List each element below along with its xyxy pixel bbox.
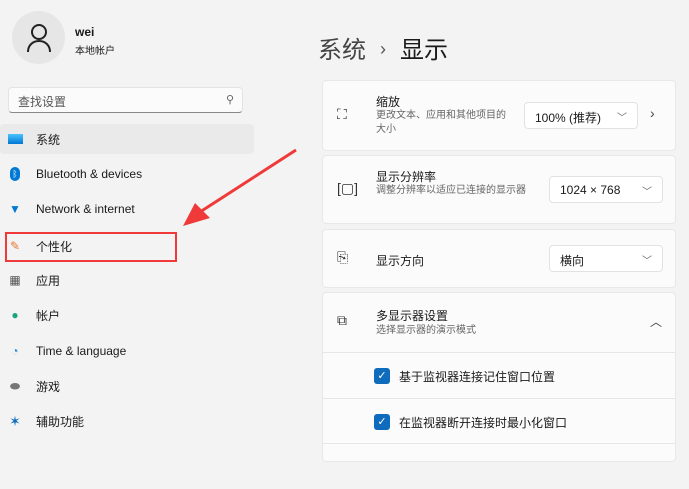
checkbox-label: 在监视器断开连接时最小化窗口 <box>399 416 568 430</box>
chevron-down-icon: ﹀ <box>642 256 652 267</box>
resolution-icon: [▢] <box>337 180 359 196</box>
chevron-down-icon: ﹀ <box>617 113 627 124</box>
dropdown-value: 100% (推荐) <box>535 111 602 125</box>
resolution-dropdown[interactable]: 1024 × 768 ﹀ <box>549 176 663 203</box>
breadcrumb-parent[interactable]: 系统 <box>318 37 366 64</box>
chevron-up-icon[interactable]: ︿ <box>650 313 662 330</box>
setting-label: 缩放 <box>376 95 401 109</box>
setting-label: 显示分辨率 <box>376 170 437 184</box>
scale-dropdown[interactable]: 100% (推荐) ﹀ <box>524 102 638 129</box>
scale-setting[interactable]: ⛶ 缩放 更改文本、应用和其他项目的大小 100% (推荐) ﹀ › <box>322 80 676 151</box>
orientation-setting[interactable]: ⎘ 显示方向 横向 ﹀ <box>322 229 676 288</box>
setting-label: 多显示器设置 <box>376 309 449 323</box>
setting-label: 显示方向 <box>376 254 425 268</box>
resolution-setting[interactable]: [▢] 显示分辨率 调整分辨率以适应已连接的显示器 1024 × 768 ﹀ <box>322 155 676 224</box>
minimize-window-checkbox[interactable]: ✓ <box>374 414 390 430</box>
chevron-right-icon[interactable]: › <box>650 105 655 121</box>
chevron-down-icon: ﹀ <box>642 187 652 198</box>
option-row: ✓ 基于监视器连接记住窗口位置 <box>323 352 675 398</box>
multi-display-section: ⧉ 多显示器设置 选择显示器的演示模式 ︿ ✓ 基于监视器连接记住窗口位置 ✓ … <box>322 292 676 462</box>
setting-description: 更改文本、应用和其他项目的大小 <box>376 110 506 135</box>
option-row: ✓ 在监视器断开连接时最小化窗口 <box>323 398 675 444</box>
page-title: 显示 <box>400 37 448 64</box>
breadcrumb-separator: › <box>380 39 386 59</box>
breadcrumb: 系统 › 显示 <box>318 30 448 65</box>
remember-window-checkbox[interactable]: ✓ <box>374 368 390 384</box>
option-row <box>323 443 675 489</box>
dropdown-value: 1024 × 768 <box>560 183 621 197</box>
multi-display-header[interactable]: ⧉ 多显示器设置 选择显示器的演示模式 ︿ <box>323 293 675 352</box>
orientation-icon: ⎘ <box>337 249 349 265</box>
dropdown-value: 横向 <box>560 254 585 268</box>
orientation-dropdown[interactable]: 横向 ﹀ <box>549 245 663 272</box>
setting-description: 调整分辨率以适应已连接的显示器 <box>376 185 526 196</box>
multi-monitor-icon: ⧉ <box>337 312 347 328</box>
checkbox-label: 基于监视器连接记住窗口位置 <box>399 370 556 384</box>
scale-icon: ⛶ <box>337 106 347 122</box>
setting-description: 选择显示器的演示模式 <box>376 325 476 336</box>
